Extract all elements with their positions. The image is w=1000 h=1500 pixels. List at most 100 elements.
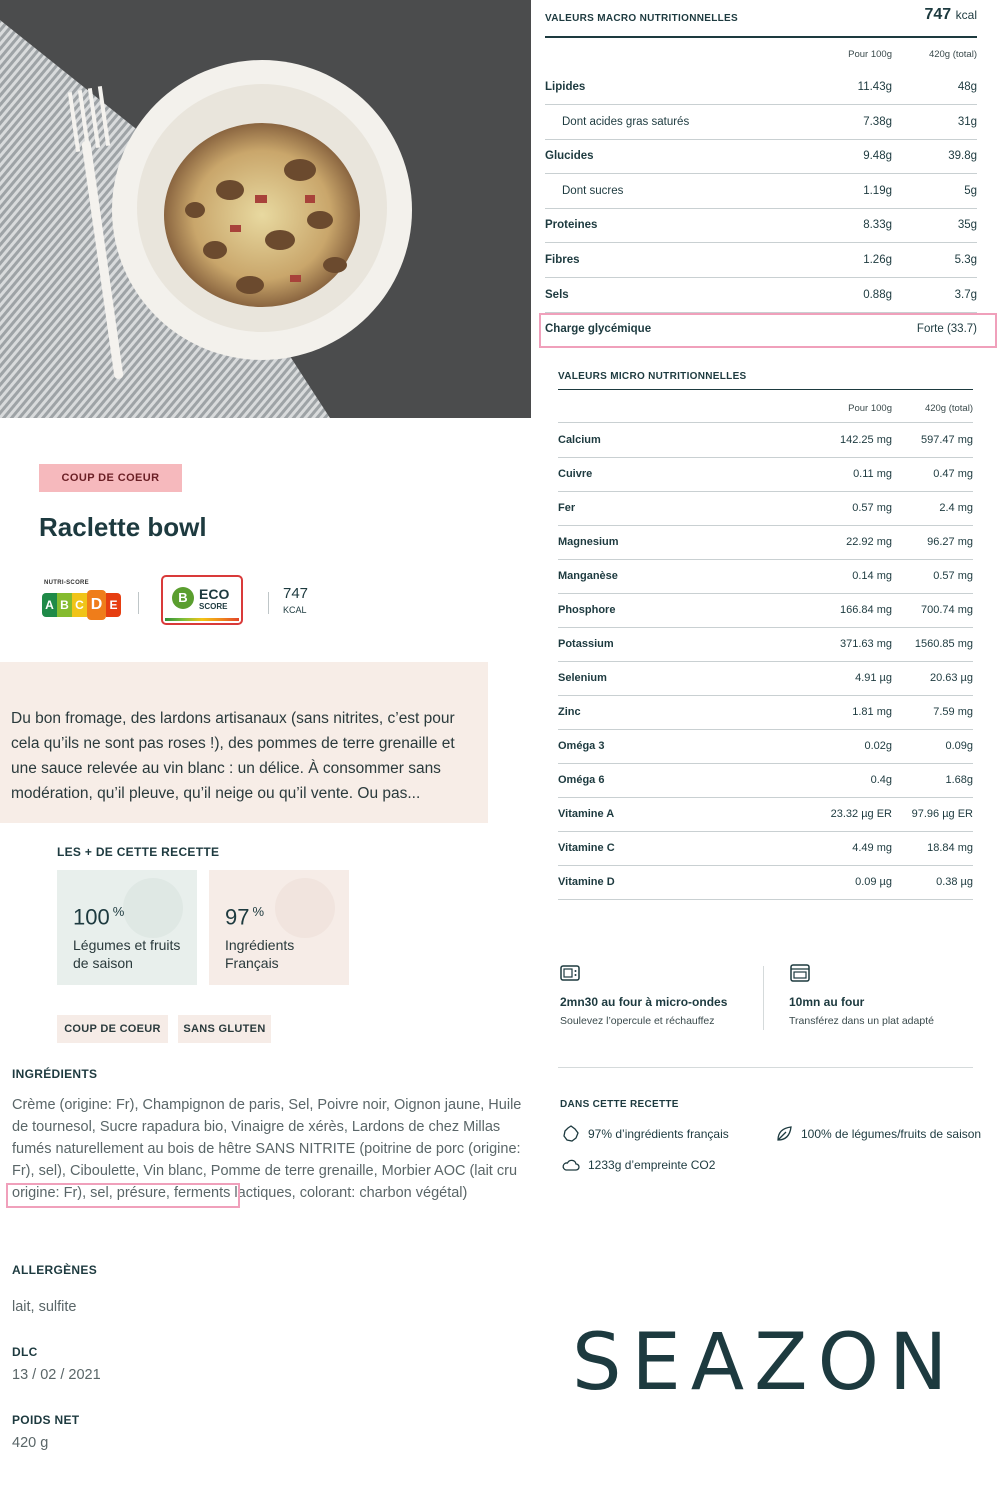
micro-row: Phosphore 166.84 mg 700.74 mg xyxy=(558,593,973,628)
oven-icon xyxy=(790,964,810,987)
macro-value-100g: 8.33g xyxy=(863,219,892,232)
micro-col-total: 420g (total) xyxy=(924,403,973,414)
micro-row: Cuivre 0.11 mg 0.47 mg xyxy=(558,457,973,492)
micro-row: Fer 0.57 mg 2.4 mg xyxy=(558,491,973,526)
micro-value-total: 97.96 µg ER xyxy=(911,808,973,820)
micro-value-100g: 0.09 µg xyxy=(855,876,892,888)
recipe-plus-heading: LES + DE CETTE RECETTE xyxy=(57,845,220,859)
macro-label: Lipides xyxy=(545,81,586,93)
nutri-score-c: C xyxy=(72,593,87,617)
micro-value-total: 1560.85 mg xyxy=(914,638,973,650)
kcal-value: 747 xyxy=(283,585,309,602)
macro-value-total: 31g xyxy=(957,115,977,128)
scores-row: NUTRI-SCORE A B C D E B ECO SCORE 747 KC… xyxy=(39,572,369,632)
oven-subtitle: Transférez dans un plat adapté xyxy=(789,1015,934,1027)
micro-row: Zinc 1.81 mg 7.59 mg xyxy=(558,695,973,730)
leaf-icon xyxy=(777,1126,792,1141)
france-map-icon xyxy=(563,1125,579,1142)
highlight-box xyxy=(6,1183,240,1208)
macro-value-100g: 7.38g xyxy=(863,115,892,128)
micro-row: Calcium 142.25 mg 597.47 mg xyxy=(558,423,973,458)
micro-row: Oméga 6 0.4g 1.68g xyxy=(558,763,973,798)
eco-score: B ECO SCORE xyxy=(161,575,243,625)
seazon-logo: SEAZON xyxy=(572,1318,958,1408)
french-ingredients-text: 97% d’ingrédients français xyxy=(588,1127,729,1141)
macro-label: Proteines xyxy=(545,219,598,232)
micro-label: Calcium xyxy=(558,434,601,446)
favorite-badge: COUP DE COEUR xyxy=(39,464,182,492)
dlc-text: 13 / 02 / 2021 xyxy=(12,1367,101,1383)
micro-row: Vitamine D 0.09 µg 0.38 µg xyxy=(558,865,973,900)
micro-value-100g: 0.14 mg xyxy=(852,570,892,582)
macro-row: Dont sucres 1.19g 5g xyxy=(545,174,977,209)
micro-label: Cuivre xyxy=(558,468,593,480)
micro-value-total: 0.09g xyxy=(945,740,973,752)
micro-label: Manganèse xyxy=(558,570,618,582)
description-box: Du bon fromage, des lardons artisanaux (… xyxy=(0,662,488,823)
micro-row: Manganèse 0.14 mg 0.57 mg xyxy=(558,559,973,594)
allergens-text: lait, sulfite xyxy=(12,1299,77,1315)
macro-label: Dont acides gras saturés xyxy=(562,115,690,128)
divider xyxy=(138,592,139,614)
co2-item: 1233g d’empreinte CO2 xyxy=(562,1156,715,1174)
micro-value-100g: 22.92 mg xyxy=(846,536,892,548)
eco-score-bar xyxy=(165,618,239,621)
macro-value-total: 48g xyxy=(957,81,977,93)
macro-heading: VALEURS MACRO NUTRITIONNELLES xyxy=(545,13,738,24)
seasonal-text: 100% de légumes/fruits de saison xyxy=(801,1127,982,1141)
micro-heading: VALEURS MICRO NUTRITIONNELLES xyxy=(558,371,747,382)
micro-value-100g: 4.91 µg xyxy=(855,672,892,684)
macro-value-total: 35g xyxy=(957,219,977,232)
tag-sans-gluten[interactable]: SANS GLUTEN xyxy=(178,1015,271,1043)
micro-value-100g: 371.63 mg xyxy=(840,638,892,650)
micro-label: Fer xyxy=(558,502,576,514)
tag-coup-de-coeur[interactable]: COUP DE COEUR xyxy=(57,1015,168,1043)
macro-value-100g: 9.48g xyxy=(863,150,892,163)
macro-col-total: 420g (total) xyxy=(928,49,977,60)
co2-text: 1233g d’empreinte CO2 xyxy=(588,1158,716,1172)
micro-rule xyxy=(558,389,973,390)
macro-row: Sels 0.88g 3.7g xyxy=(545,278,977,313)
macro-value-total: 5g xyxy=(964,184,977,197)
micro-value-total: 18.84 mg xyxy=(927,842,973,854)
micro-value-100g: 4.49 mg xyxy=(852,842,892,854)
nutri-score-label: NUTRI-SCORE xyxy=(44,580,89,586)
macro-rule xyxy=(545,36,977,38)
kcal-unit: KCAL xyxy=(283,605,307,615)
micro-row: Vitamine A 23.32 µg ER 97.96 µg ER xyxy=(558,797,973,832)
ingredients-heading: INGRÉDIENTS xyxy=(12,1067,98,1081)
nutri-score-e: E xyxy=(106,593,121,617)
microwave-icon xyxy=(560,964,580,987)
micro-value-total: 7.59 mg xyxy=(933,706,973,718)
highlight-box xyxy=(539,313,997,348)
micro-row: Potassium 371.63 mg 1560.85 mg xyxy=(558,627,973,662)
weight-heading: POIDS NET xyxy=(12,1413,80,1427)
micro-value-100g: 0.57 mg xyxy=(852,502,892,514)
micro-value-total: 20.63 µg xyxy=(929,672,973,684)
macro-value-total: 3.7g xyxy=(954,288,977,301)
micro-value-total: 0.47 mg xyxy=(933,468,973,480)
macro-row: Lipides 11.43g 48g xyxy=(545,70,977,105)
nutri-score: A B C D E xyxy=(42,590,121,620)
vegetable-icon xyxy=(123,878,183,938)
allergens-heading: ALLERGÈNES xyxy=(12,1263,98,1277)
microwave-subtitle: Soulevez l’opercule et réchauffez xyxy=(560,1015,715,1027)
eco-score-word: ECO xyxy=(199,586,230,602)
micro-col-100g: Pour 100g xyxy=(848,403,892,414)
macro-label: Sels xyxy=(545,288,569,301)
divider xyxy=(558,1067,973,1068)
macro-col-100g: Pour 100g xyxy=(848,49,892,60)
micro-label: Vitamine A xyxy=(558,808,615,820)
recipe-heading: DANS CETTE RECETTE xyxy=(560,1099,679,1110)
nutri-score-a: A xyxy=(42,593,57,617)
description-text: Du bon fromage, des lardons artisanaux (… xyxy=(11,710,455,802)
micro-value-total: 597.47 mg xyxy=(921,434,973,446)
micro-value-100g: 166.84 mg xyxy=(840,604,892,616)
french-label: Ingrédients Français xyxy=(225,937,295,971)
micro-label: Potassium xyxy=(558,638,614,650)
macro-row: Dont acides gras saturés 7.38g 31g xyxy=(545,105,977,140)
micro-value-100g: 0.4g xyxy=(870,774,892,786)
dlc-heading: DLC xyxy=(12,1345,38,1359)
micro-label: Zinc xyxy=(558,706,581,718)
micro-value-total: 700.74 mg xyxy=(921,604,973,616)
